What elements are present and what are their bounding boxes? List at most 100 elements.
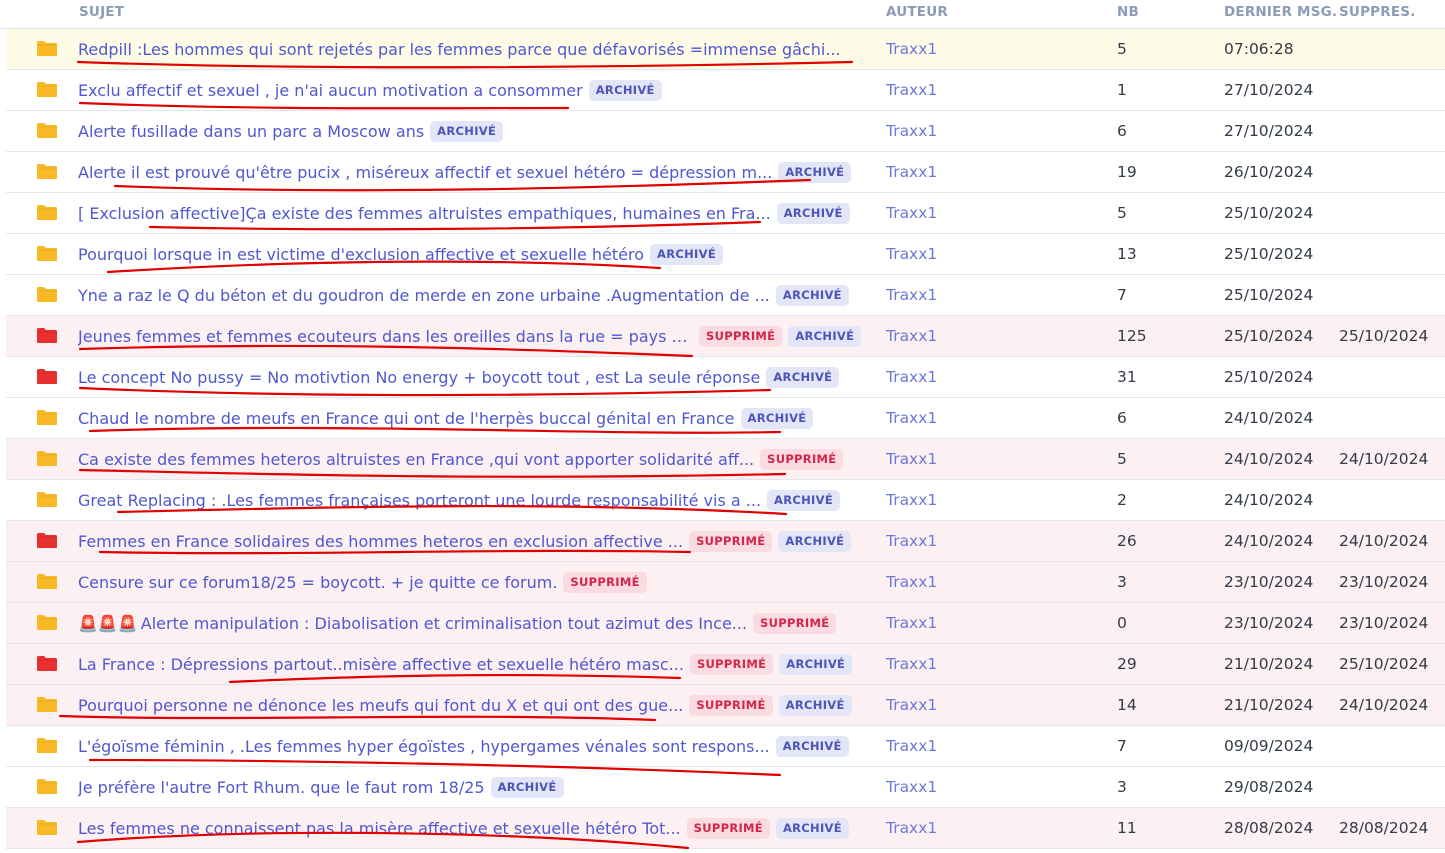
author-link[interactable]: Traxx1 xyxy=(886,644,937,684)
topic-link[interactable]: L'égoïsme féminin , .Les femmes hyper ég… xyxy=(78,737,770,756)
header-count[interactable]: NB xyxy=(1117,4,1139,20)
topic-link[interactable]: Les femmes ne connaissent pas la misère … xyxy=(78,819,681,838)
last-message-date[interactable]: 25/10/2024 xyxy=(1224,193,1313,233)
last-message-date[interactable]: 24/10/2024 xyxy=(1224,398,1313,438)
author-link[interactable]: Traxx1 xyxy=(886,29,937,69)
topic-link[interactable]: Jeunes femmes et femmes ecouteurs dans l… xyxy=(78,327,693,346)
deleted-badge: SUPPRIMÉ xyxy=(760,448,844,470)
topic-link[interactable]: Femmes en France solidaires des hommes h… xyxy=(78,532,683,551)
last-message-date[interactable]: 09/09/2024 xyxy=(1224,726,1313,766)
author-link[interactable]: Traxx1 xyxy=(886,234,937,274)
topic-row[interactable]: Redpill :Les hommes qui sont rejetés par… xyxy=(6,29,1445,70)
author-link[interactable]: Traxx1 xyxy=(886,70,937,110)
topic-link[interactable]: Exclu affectif et sexuel , je n'ai aucun… xyxy=(78,81,583,100)
subject-cell: Les femmes ne connaissent pas la misère … xyxy=(78,808,878,848)
header-last-message[interactable]: DERNIER MSG. xyxy=(1224,4,1337,20)
topic-row[interactable]: Alerte il est prouvé qu'être pucix , mis… xyxy=(6,152,1445,193)
subject-cell: Alerte fusillade dans un parc a Moscow a… xyxy=(78,111,878,151)
last-message-date[interactable]: 25/10/2024 xyxy=(1224,357,1313,397)
author-link[interactable]: Traxx1 xyxy=(886,685,937,725)
author-link[interactable]: Traxx1 xyxy=(886,193,937,233)
folder-icon xyxy=(36,614,58,631)
topic-link[interactable]: Le concept No pussy = No motivtion No en… xyxy=(78,368,760,387)
last-message-date[interactable]: 25/10/2024 xyxy=(1224,275,1313,315)
topic-row[interactable]: Chaud le nombre de meufs en France qui o… xyxy=(6,398,1445,439)
last-message-date[interactable]: 24/10/2024 xyxy=(1224,439,1313,479)
topic-row[interactable]: Jeunes femmes et femmes ecouteurs dans l… xyxy=(6,316,1445,357)
last-message-date[interactable]: 25/10/2024 xyxy=(1224,234,1313,274)
message-count: 7 xyxy=(1117,286,1127,304)
topic-row[interactable]: Alerte fusillade dans un parc a Moscow a… xyxy=(6,111,1445,152)
topic-link[interactable]: La France : Dépressions partout..misère … xyxy=(78,655,684,674)
topic-row[interactable]: Pourquoi personne ne dénonce les meufs q… xyxy=(6,685,1445,726)
folder-icon xyxy=(36,81,58,98)
subject-cell: Exclu affectif et sexuel , je n'ai aucun… xyxy=(78,70,878,110)
topic-row[interactable]: Je préfère l'autre Fort Rhum. que le fau… xyxy=(6,767,1445,808)
topic-link[interactable]: Censure sur ce forum18/25 = boycott. + j… xyxy=(78,573,557,592)
last-message-date[interactable]: 23/10/2024 xyxy=(1224,603,1313,643)
message-count: 6 xyxy=(1117,122,1127,140)
last-message-date[interactable]: 27/10/2024 xyxy=(1224,111,1313,151)
archived-badge: ARCHIVÉ xyxy=(776,202,850,224)
author-link[interactable]: Traxx1 xyxy=(886,562,937,602)
topic-link[interactable]: Yne a raz le Q du béton et du goudron de… xyxy=(78,286,770,305)
topic-row[interactable]: La France : Dépressions partout..misère … xyxy=(6,644,1445,685)
last-message-date[interactable]: 26/10/2024 xyxy=(1224,152,1313,192)
topic-row[interactable]: Ca existe des femmes heteros altruistes … xyxy=(6,439,1445,480)
last-message-date[interactable]: 21/10/2024 xyxy=(1224,644,1313,684)
topic-row[interactable]: [ Exclusion affective]Ça existe des femm… xyxy=(6,193,1445,234)
author-link[interactable]: Traxx1 xyxy=(886,275,937,315)
topic-row[interactable]: Pourquoi lorsque in est victime d'exclus… xyxy=(6,234,1445,275)
hot-folder-icon xyxy=(36,532,58,549)
topic-row[interactable]: Exclu affectif et sexuel , je n'ai aucun… xyxy=(6,70,1445,111)
topic-link[interactable]: [ Exclusion affective]Ça existe des femm… xyxy=(78,204,771,223)
last-message-date[interactable]: 23/10/2024 xyxy=(1224,562,1313,602)
author-link[interactable]: Traxx1 xyxy=(886,521,937,561)
subject-cell: Chaud le nombre de meufs en France qui o… xyxy=(78,398,878,438)
last-message-date[interactable]: 25/10/2024 xyxy=(1224,316,1313,356)
header-deleted[interactable]: SUPPRES. xyxy=(1339,4,1416,20)
topic-row[interactable]: Le concept No pussy = No motivtion No en… xyxy=(6,357,1445,398)
author-link[interactable]: Traxx1 xyxy=(886,480,937,520)
author-link[interactable]: Traxx1 xyxy=(886,111,937,151)
last-message-date[interactable]: 24/10/2024 xyxy=(1224,521,1313,561)
subject-cell: [ Exclusion affective]Ça existe des femm… xyxy=(78,193,878,233)
header-subject[interactable]: SUJET xyxy=(79,4,124,20)
last-message-date[interactable]: 27/10/2024 xyxy=(1224,70,1313,110)
topic-link[interactable]: Alerte il est prouvé qu'être pucix , mis… xyxy=(78,163,772,182)
topic-link[interactable]: Je préfère l'autre Fort Rhum. que le fau… xyxy=(78,778,485,797)
topic-row[interactable]: Les femmes ne connaissent pas la misère … xyxy=(6,808,1445,849)
topic-row[interactable]: 🚨🚨🚨 Alerte manipulation : Diabolisation e… xyxy=(6,603,1445,644)
author-link[interactable]: Traxx1 xyxy=(886,398,937,438)
author-link[interactable]: Traxx1 xyxy=(886,439,937,479)
topic-row[interactable]: Yne a raz le Q du béton et du goudron de… xyxy=(6,275,1445,316)
topic-link[interactable]: Pourquoi lorsque in est victime d'exclus… xyxy=(78,245,644,264)
author-link[interactable]: Traxx1 xyxy=(886,357,937,397)
author-link[interactable]: Traxx1 xyxy=(886,808,937,848)
author-link[interactable]: Traxx1 xyxy=(886,152,937,192)
topic-row[interactable]: L'égoïsme féminin , .Les femmes hyper ég… xyxy=(6,726,1445,767)
archived-badge: ARCHIVÉ xyxy=(775,735,849,757)
author-link[interactable]: Traxx1 xyxy=(886,603,937,643)
last-message-date[interactable]: 24/10/2024 xyxy=(1224,480,1313,520)
topic-link[interactable]: Pourquoi personne ne dénonce les meufs q… xyxy=(78,696,683,715)
author-link[interactable]: Traxx1 xyxy=(886,726,937,766)
deleted-badge: SUPPRIMÉ xyxy=(699,325,783,347)
topic-row[interactable]: Censure sur ce forum18/25 = boycott. + j… xyxy=(6,562,1445,603)
topic-link[interactable]: Redpill :Les hommes qui sont rejetés par… xyxy=(78,40,841,59)
folder-icon xyxy=(36,163,58,180)
last-message-date[interactable]: 28/08/2024 xyxy=(1224,808,1313,848)
last-message-date[interactable]: 29/08/2024 xyxy=(1224,767,1313,807)
topic-row[interactable]: Femmes en France solidaires des hommes h… xyxy=(6,521,1445,562)
topic-link[interactable]: Great Replacing : .Les femmes françaises… xyxy=(78,491,761,510)
header-author[interactable]: AUTEUR xyxy=(886,4,948,20)
last-message-date[interactable]: 21/10/2024 xyxy=(1224,685,1313,725)
topic-link[interactable]: Alerte fusillade dans un parc a Moscow a… xyxy=(78,122,424,141)
author-link[interactable]: Traxx1 xyxy=(886,767,937,807)
topic-link[interactable]: Chaud le nombre de meufs en France qui o… xyxy=(78,409,735,428)
last-message-date[interactable]: 07:06:28 xyxy=(1224,29,1294,69)
author-link[interactable]: Traxx1 xyxy=(886,316,937,356)
topic-link[interactable]: Ca existe des femmes heteros altruistes … xyxy=(78,450,754,469)
topic-link[interactable]: Alerte manipulation : Diabolisation et c… xyxy=(141,614,747,633)
topic-row[interactable]: Great Replacing : .Les femmes françaises… xyxy=(6,480,1445,521)
